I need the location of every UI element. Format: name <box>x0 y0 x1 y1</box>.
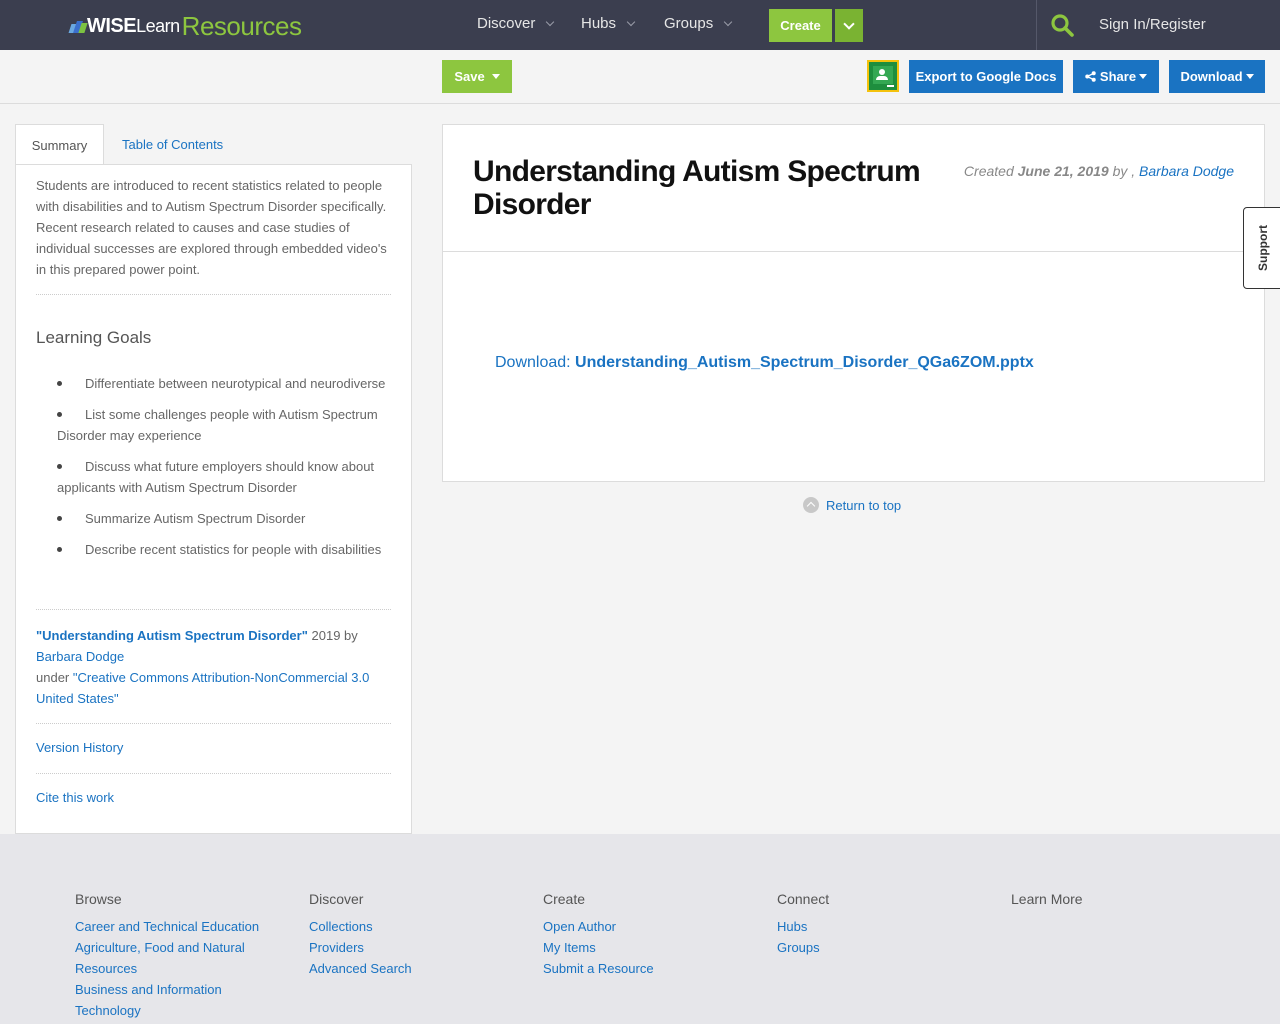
search-icon[interactable] <box>1050 13 1074 37</box>
nav-groups-label: Groups <box>664 15 714 32</box>
share-icon <box>1085 71 1096 82</box>
download-label: Download: <box>495 354 576 371</box>
footer-heading: Browse <box>75 891 122 907</box>
caret-down-icon <box>1245 74 1254 79</box>
footer-column-discover: Discover Collections Providers Advanced … <box>309 891 499 979</box>
footer-heading: Create <box>543 891 586 907</box>
download-file-link[interactable]: Understanding_Autism_Spectrum_Disorder_Q… <box>575 354 1034 371</box>
tab-summary[interactable]: Summary <box>15 124 104 165</box>
footer-heading: Learn More <box>1011 891 1083 907</box>
footer: Browse Career and Technical Education Ag… <box>0 834 1280 1024</box>
chevron-down-icon <box>546 17 555 26</box>
by-label: by , <box>1108 163 1140 179</box>
wiselearn-logo[interactable]: WISE Learn Resources <box>68 10 302 41</box>
chevron-down-icon <box>723 17 733 26</box>
support-label: Support <box>1256 225 1270 271</box>
list-item: Discuss what future employers should kno… <box>57 459 375 495</box>
page-title: Understanding Autism Spectrum Disorder <box>473 155 921 221</box>
support-tab[interactable]: Support <box>1243 207 1280 289</box>
divider <box>443 251 1264 252</box>
attribution-under: under <box>36 670 73 685</box>
footer-link[interactable]: Agriculture, Food and Natural Resources <box>75 937 265 979</box>
list-item: Differentiate between neurotypical and n… <box>57 373 397 394</box>
footer-heading: Connect <box>777 891 830 907</box>
return-to-top-link[interactable]: Return to top <box>803 497 901 513</box>
caret-down-icon <box>1139 74 1148 79</box>
divider <box>36 609 391 610</box>
google-classroom-icon[interactable] <box>867 60 899 92</box>
resource-toolbar: Save Export to Google Docs Share Downloa… <box>0 50 1280 104</box>
caret-down-icon <box>491 74 500 79</box>
arrow-up-icon <box>803 497 819 513</box>
download-button-label: Download <box>1180 69 1243 84</box>
download-line: Download: Understanding_Autism_Spectrum_… <box>495 354 1034 372</box>
download-button[interactable]: Download <box>1169 60 1265 93</box>
tab-table-of-contents[interactable]: Table of Contents <box>122 124 223 165</box>
attribution: "Understanding Autism Spectrum Disorder"… <box>36 625 396 709</box>
logo-wise-text: WISE <box>87 14 137 37</box>
resource-card: Understanding Autism Spectrum Disorder C… <box>442 124 1265 482</box>
share-button[interactable]: Share <box>1073 60 1159 93</box>
logo-resources-text: Resources <box>181 10 302 41</box>
footer-link[interactable]: Hubs <box>777 916 967 937</box>
top-navbar: WISE Learn Resources Discover Hubs Group… <box>0 0 1280 50</box>
footer-link[interactable]: Groups <box>777 937 967 958</box>
footer-link[interactable]: Providers <box>309 937 499 958</box>
license-link[interactable]: "Creative Commons Attribution-NonCommerc… <box>36 670 369 706</box>
save-button-label: Save <box>454 69 485 84</box>
footer-link[interactable]: Submit a Resource <box>543 958 733 979</box>
footer-link[interactable]: Business and Information Technology <box>75 979 265 1021</box>
version-history-link[interactable]: Version History <box>36 740 123 755</box>
created-label: Created <box>963 163 1018 179</box>
logo-learn-text: Learn <box>136 15 180 36</box>
nav-hubs-label: Hubs <box>581 15 617 32</box>
divider <box>36 723 391 724</box>
create-button[interactable]: Create <box>769 9 832 42</box>
author-link[interactable]: Barbara Dodge <box>1139 163 1234 179</box>
cite-this-work-link[interactable]: Cite this work <box>36 790 114 805</box>
create-dropdown-toggle[interactable] <box>835 9 863 42</box>
export-google-docs-button[interactable]: Export to Google Docs <box>909 60 1063 93</box>
nav-discover-label: Discover <box>477 15 536 32</box>
footer-link[interactable]: Advanced Search <box>309 958 499 979</box>
footer-column-connect: Connect Hubs Groups <box>777 891 967 958</box>
footer-column-learn-more: Learn More <box>1011 891 1201 916</box>
logo-mark-icon <box>68 19 88 33</box>
chevron-down-icon <box>843 17 855 30</box>
footer-heading: Discover <box>309 891 364 907</box>
footer-link[interactable]: Open Author <box>543 916 733 937</box>
nav-discover[interactable]: Discover <box>477 15 555 32</box>
summary-text: Students are introduced to recent statis… <box>36 178 387 277</box>
footer-column-create: Create Open Author My Items Submit a Res… <box>543 891 733 979</box>
nav-hubs[interactable]: Hubs <box>581 15 636 32</box>
nav-groups[interactable]: Groups <box>664 15 733 32</box>
footer-link[interactable]: Collections <box>309 916 499 937</box>
share-button-label: Share <box>1099 69 1137 84</box>
attribution-title-link[interactable]: "Understanding Autism Spectrum Disorder" <box>36 628 308 643</box>
nav-divider <box>1036 0 1037 50</box>
return-to-top-label: Return to top <box>826 497 902 513</box>
save-button[interactable]: Save <box>442 60 512 93</box>
list-item: Summarize Autism Spectrum Disorder <box>57 508 397 529</box>
created-info: Created June 21, 2019 by , Barbara Dodge <box>964 163 1234 179</box>
learning-goals-list: Differentiate between neurotypical and n… <box>57 373 397 570</box>
attribution-author-link[interactable]: Barbara Dodge <box>36 649 124 664</box>
divider <box>36 773 391 774</box>
left-panel-tabs: Summary Table of Contents <box>15 124 412 165</box>
list-item: Describe recent statistics for people wi… <box>57 539 397 560</box>
chevron-down-icon <box>626 17 636 26</box>
signin-register-link[interactable]: Sign In/Register <box>1099 16 1206 33</box>
footer-link[interactable]: Career and Technical Education <box>75 916 265 937</box>
summary-panel: Students are introduced to recent statis… <box>15 164 412 834</box>
learning-goals-heading: Learning Goals <box>36 328 152 347</box>
divider <box>36 294 391 295</box>
footer-column-browse: Browse Career and Technical Education Ag… <box>75 891 265 1021</box>
created-date: June 21, 2019 <box>1017 163 1109 179</box>
attribution-year: 2019 by <box>307 628 358 643</box>
list-item: List some challenges people with Autism … <box>57 407 378 443</box>
footer-link[interactable]: My Items <box>543 937 733 958</box>
